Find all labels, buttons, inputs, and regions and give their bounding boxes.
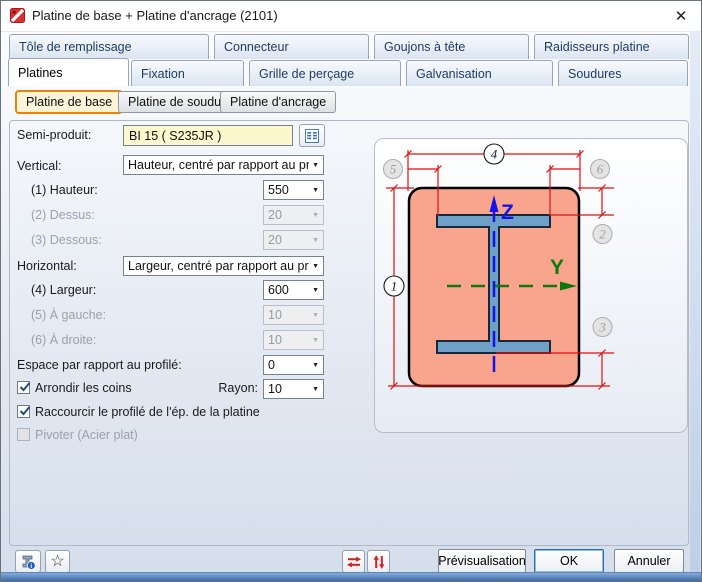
cancel-button[interactable]: Annuler	[614, 549, 684, 573]
tab-connecteur[interactable]: Connecteur	[214, 34, 369, 59]
rayon-combo[interactable]: 10▼	[263, 379, 324, 399]
largeur-combo[interactable]: 600▼	[263, 280, 324, 300]
dessous-combo: 20▼	[263, 230, 324, 250]
beam-info-icon: i	[20, 554, 36, 570]
pivoter-checkbox	[17, 428, 30, 441]
profile-info-button[interactable]: i	[15, 550, 41, 573]
semi-produit-input[interactable]: BI 15 ( S235JR )	[123, 125, 293, 146]
tab-galvanisation[interactable]: Galvanisation	[406, 60, 553, 86]
semi-produit-table-button[interactable]	[299, 124, 325, 147]
semi-produit-label: Semi-produit:	[17, 128, 91, 142]
gauche-combo: 10▼	[263, 305, 324, 325]
raccourcir-checkbox[interactable]	[17, 405, 30, 418]
marker-6: 6	[597, 162, 604, 177]
chevron-down-icon: ▼	[309, 237, 319, 244]
gauche-label: (5) À gauche:	[31, 308, 106, 322]
dessous-label: (3) Dessous:	[31, 233, 102, 247]
preview-button[interactable]: Prévisualisation	[438, 549, 526, 573]
dessus-combo: 20▼	[263, 205, 324, 225]
table-icon	[304, 128, 320, 144]
star-icon: ☆	[50, 554, 64, 570]
vertical-mode-dropdown[interactable]: Hauteur, centré par rapport au profilé▼	[123, 155, 324, 175]
horizontal-label: Horizontal:	[17, 259, 77, 273]
droite-label: (6) À droite:	[31, 333, 96, 347]
tab-raidisseurs-platine[interactable]: Raidisseurs platine	[534, 34, 689, 59]
joint-icon	[10, 8, 25, 23]
right-frame-strip	[690, 31, 700, 574]
chevron-down-icon: ▼	[309, 212, 319, 219]
tab-grille-de-percage[interactable]: Grille de perçage	[249, 60, 401, 86]
arrondir-label: Arrondir les coins	[35, 381, 132, 395]
rayon-label: Rayon:	[196, 381, 258, 395]
chevron-down-icon: ▼	[309, 162, 319, 169]
plate-preview-diagram: Z Y 4 5 6 1 2 3	[374, 138, 688, 434]
check-icon	[18, 380, 32, 394]
tab-soudures[interactable]: Soudures	[558, 60, 688, 86]
espace-combo[interactable]: 0▼	[263, 355, 324, 375]
droite-combo: 10▼	[263, 330, 324, 350]
swap-horizontal-button[interactable]	[342, 550, 365, 573]
swap-horizontal-icon	[346, 554, 362, 570]
chevron-down-icon: ▼	[309, 312, 319, 319]
bottom-frame-strip	[1, 572, 701, 581]
chevron-down-icon: ▼	[309, 187, 319, 194]
tab-goujons-a-tete[interactable]: Goujons à tête	[374, 34, 529, 59]
dessus-label: (2) Dessus:	[31, 208, 95, 222]
tab-platines[interactable]: Platines	[8, 58, 129, 86]
chevron-down-icon: ▼	[309, 362, 319, 369]
favorites-button[interactable]: ☆	[45, 550, 70, 573]
hauteur-combo[interactable]: 550▼	[263, 180, 324, 200]
marker-4: 4	[491, 147, 498, 162]
raccourcir-label: Raccourcir le profilé de l'ép. de la pla…	[35, 405, 260, 419]
chevron-down-icon: ▼	[309, 263, 319, 270]
swap-vertical-button[interactable]	[367, 550, 390, 573]
tab-fixation[interactable]: Fixation	[131, 60, 244, 86]
espace-label: Espace par rapport au profilé:	[17, 358, 182, 372]
marker-2: 2	[599, 227, 606, 242]
tab-tole-de-remplissage[interactable]: Tôle de remplissage	[9, 34, 209, 59]
marker-1: 1	[391, 279, 398, 294]
button-platine-de-base[interactable]: Platine de base	[15, 90, 123, 114]
z-axis-label: Z	[501, 201, 514, 224]
chevron-down-icon: ▼	[309, 337, 319, 344]
largeur-label: (4) Largeur:	[31, 283, 96, 297]
hauteur-label: (1) Hauteur:	[31, 183, 98, 197]
button-platine-d-ancrage[interactable]: Platine d'ancrage	[220, 91, 336, 113]
window-title: Platine de base + Platine d'ancrage (210…	[32, 8, 278, 23]
marker-5: 5	[390, 162, 397, 177]
pivoter-label: Pivoter (Acier plat)	[35, 428, 138, 442]
arrondir-checkbox[interactable]	[17, 381, 30, 394]
y-axis-label: Y	[550, 256, 564, 279]
horizontal-mode-dropdown[interactable]: Largeur, centré par rapport au profilé▼	[123, 256, 324, 276]
swap-vertical-icon	[371, 554, 387, 570]
dialog-window: Platine de base + Platine d'ancrage (210…	[0, 0, 702, 582]
ok-button[interactable]: OK	[534, 549, 604, 573]
title-bar: Platine de base + Platine d'ancrage (210…	[1, 1, 701, 32]
chevron-down-icon: ▼	[309, 386, 319, 393]
chevron-down-icon: ▼	[309, 287, 319, 294]
svg-text:i: i	[30, 562, 32, 569]
check-icon	[18, 404, 32, 418]
marker-3: 3	[598, 320, 606, 335]
vertical-label: Vertical:	[17, 159, 61, 173]
close-button[interactable]: ✕	[669, 5, 693, 27]
